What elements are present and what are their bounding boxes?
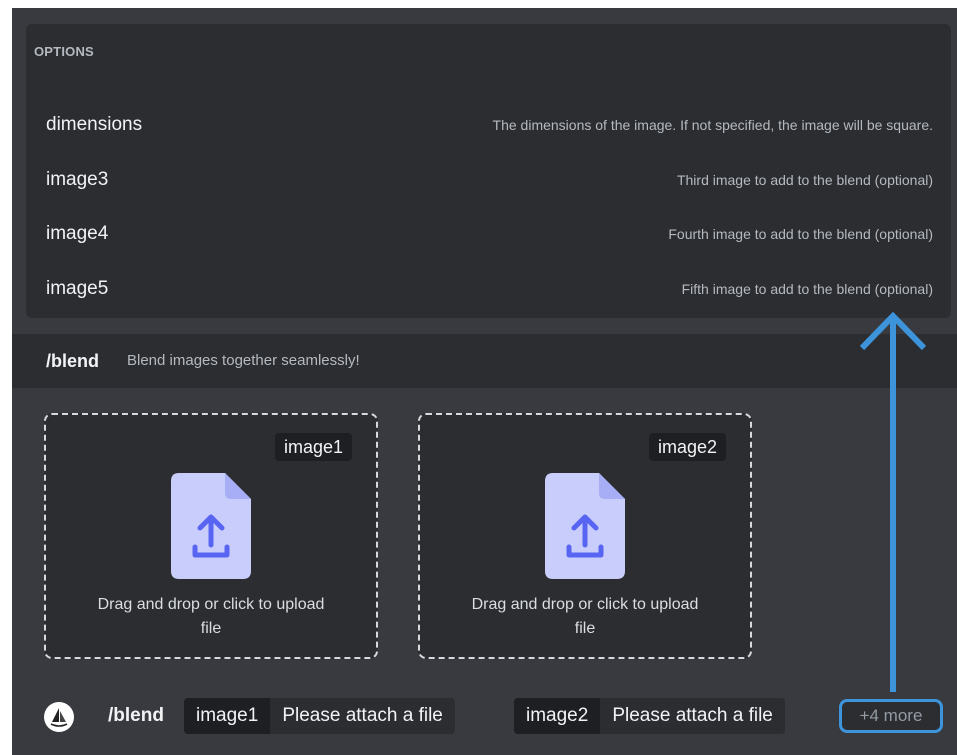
dropzone-tag: image1 [274,433,352,461]
command-description: Blend images together seamlessly! [127,352,360,369]
param-key: image1 [184,698,271,734]
arrow-up-icon [859,311,927,693]
input-command: /blend [108,705,164,726]
option-description: Fourth image to add to the blend (option… [668,226,933,242]
option-name: image5 [46,278,109,299]
option-image3[interactable]: image3 Third image to add to the blend (… [26,153,951,207]
dropzone-instructions: Drag and drop or click to upload file [97,596,325,637]
dropzone-tag: image2 [648,433,726,461]
dropzone-instructions: Drag and drop or click to upload file [471,596,699,637]
option-description: Third image to add to the blend (optiona… [676,172,933,188]
sailboat-logo-icon [44,702,74,732]
command-name: /blend [46,351,99,371]
option-dimensions[interactable]: dimensions The dimensions of the image. … [26,98,951,152]
param-value: Please attach a file [270,698,455,734]
option-image5[interactable]: image5 Fifth image to add to the blend (… [26,262,951,316]
option-name: image3 [46,169,109,190]
param-key: image2 [514,698,601,734]
more-options-button[interactable]: +4 more [839,699,943,733]
dropzone-image1[interactable]: image1 Drag and drop or click to upload … [44,413,378,659]
param-image2[interactable]: image2 Please attach a file [514,698,785,734]
command-header: /blend Blend images together seamlessly! [12,334,957,388]
option-name: dimensions [46,114,143,135]
option-description: The dimensions of the image. If not spec… [492,117,933,133]
option-name: image4 [46,223,109,244]
param-image1[interactable]: image1 Please attach a file [184,698,455,734]
options-heading: OPTIONS [34,44,94,59]
option-image4[interactable]: image4 Fourth image to add to the blend … [26,207,951,261]
options-popover: OPTIONS dimensions The dimensions of the… [26,24,951,318]
chat-input[interactable]: /blend image1 Please attach a file image… [12,692,957,740]
discord-command-ui: OPTIONS dimensions The dimensions of the… [12,8,957,755]
file-upload-icon [545,473,625,579]
dropzone-image2[interactable]: image2 Drag and drop or click to upload … [418,413,752,659]
file-upload-icon [171,473,251,579]
param-value: Please attach a file [600,698,785,734]
